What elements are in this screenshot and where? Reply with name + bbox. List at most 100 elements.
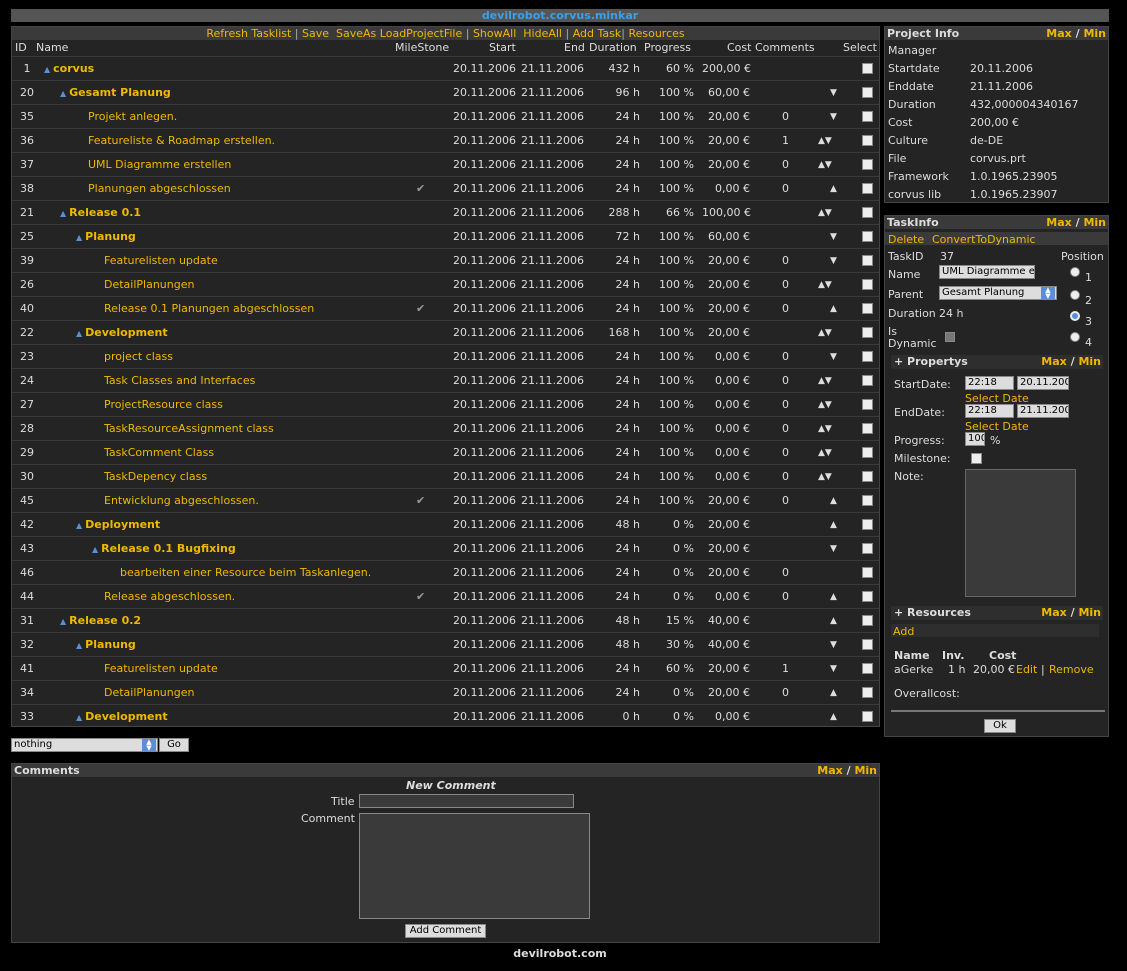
task-name-link[interactable]: corvus: [53, 62, 94, 75]
move-arrows-icon[interactable]: ▲: [830, 177, 837, 201]
task-info-min-link[interactable]: Min: [1083, 216, 1106, 229]
task-row[interactable]: 43 ▲ Release 0.1 Bugfixing 20.11.2006 21.11.…: [12, 536, 879, 561]
move-arrows-icon[interactable]: ▲▼: [818, 393, 832, 417]
collapse-triangle-icon[interactable]: ▲: [44, 65, 50, 74]
move-arrows-icon[interactable]: ▲▼: [818, 129, 832, 153]
task-row[interactable]: 36 Featureliste & Roadmap erstellen. 20.11…: [12, 128, 879, 153]
collapse-triangle-icon[interactable]: ▲: [76, 233, 82, 242]
select-checkbox[interactable]: [862, 159, 873, 170]
select-checkbox[interactable]: [862, 615, 873, 626]
note-textarea[interactable]: [965, 469, 1076, 597]
task-name-link[interactable]: Entwicklung abgeschlossen.: [104, 494, 259, 507]
select-checkbox[interactable]: [862, 519, 873, 530]
show-all-link[interactable]: ShowAll: [473, 27, 516, 40]
select-checkbox[interactable]: [862, 207, 873, 218]
add-task-link[interactable]: Add Task: [573, 27, 622, 40]
move-arrows-icon[interactable]: ▲: [830, 705, 837, 729]
move-arrows-icon[interactable]: ▲: [830, 585, 837, 609]
move-arrows-icon[interactable]: ▼: [830, 225, 837, 249]
task-info-max-link[interactable]: Max: [1046, 216, 1071, 229]
task-row[interactable]: 39 Featurelisten update 20.11.2006 21.11.20…: [12, 248, 879, 273]
task-name-link[interactable]: TaskDepency class: [104, 470, 207, 483]
task-row[interactable]: 34 DetailPlanungen 20.11.2006 21.11.2006 24 …: [12, 680, 879, 705]
task-name-link[interactable]: Projekt anlegen.: [88, 110, 177, 123]
move-arrows-icon[interactable]: ▲▼: [818, 417, 832, 441]
move-arrows-icon[interactable]: ▲: [830, 513, 837, 537]
collapse-triangle-icon[interactable]: ▲: [76, 521, 82, 530]
task-row[interactable]: 30 TaskDepency class 20.11.2006 21.11.2006 2…: [12, 464, 879, 489]
task-row[interactable]: 27 ProjectResource class 20.11.2006 21.11.2…: [12, 392, 879, 417]
delete-task-link[interactable]: Delete: [888, 233, 924, 246]
select-checkbox[interactable]: [862, 471, 873, 482]
move-arrows-icon[interactable]: ▼: [830, 537, 837, 561]
task-name-input[interactable]: UML Diagramme erste: [939, 265, 1035, 279]
collapse-triangle-icon[interactable]: ▲: [76, 329, 82, 338]
task-name-link[interactable]: Release 0.2: [69, 614, 141, 627]
task-row[interactable]: 35 Projekt anlegen. 20.11.2006 21.11.2006 24…: [12, 104, 879, 129]
task-row[interactable]: 45 Entwicklung abgeschlossen. ✔ 20.11.2006 2…: [12, 488, 879, 513]
task-name-link[interactable]: Planung: [85, 638, 136, 651]
select-checkbox[interactable]: [862, 711, 873, 722]
task-row[interactable]: 25 ▲ Planung 20.11.2006 21.11.2006 72 h 100 % 6…: [12, 224, 879, 249]
add-resource-link[interactable]: Add: [893, 625, 914, 638]
move-arrows-icon[interactable]: ▼: [830, 105, 837, 129]
move-arrows-icon[interactable]: ▲: [830, 681, 837, 705]
saveas-link[interactable]: SaveAs: [336, 27, 376, 40]
task-row[interactable]: 42 ▲ Deployment 20.11.2006 21.11.2006 48 h0 %…: [12, 512, 879, 537]
task-name-link[interactable]: Release 0.1 Planungen abgeschlossen: [104, 302, 314, 315]
position-radio-1[interactable]: [1070, 267, 1080, 277]
move-arrows-icon[interactable]: ▲▼: [818, 273, 832, 297]
select-checkbox[interactable]: [862, 639, 873, 650]
move-arrows-icon[interactable]: ▲: [830, 609, 837, 633]
task-name-link[interactable]: Development: [85, 710, 167, 723]
move-arrows-icon[interactable]: ▼: [830, 657, 837, 681]
move-arrows-icon[interactable]: ▼: [830, 249, 837, 273]
task-row[interactable]: 38 Planungen abgeschlossen ✔ 20.11.2006 21.1…: [12, 176, 879, 201]
move-arrows-icon[interactable]: ▼: [830, 81, 837, 105]
task-name-link[interactable]: project class: [104, 350, 173, 363]
refresh-tasklist-link[interactable]: Refresh Tasklist: [206, 27, 291, 40]
save-link[interactable]: Save: [302, 27, 329, 40]
move-arrows-icon[interactable]: ▲: [830, 489, 837, 513]
task-row[interactable]: 37 UML Diagramme erstellen 20.11.2006 21.11…: [12, 152, 879, 177]
collapse-triangle-icon[interactable]: ▲: [76, 641, 82, 650]
collapse-triangle-icon[interactable]: ▲: [60, 89, 66, 98]
task-name-link[interactable]: Featurelisten update: [104, 254, 218, 267]
task-row[interactable]: 21 ▲ Release 0.1 20.11.2006 21.11.2006 288 h 6…: [12, 200, 879, 225]
parent-select[interactable]: Gesamt Planung ▲ ▼: [939, 286, 1057, 300]
go-button[interactable]: Go: [159, 738, 189, 752]
task-name-link[interactable]: Planung: [85, 230, 136, 243]
end-date-input[interactable]: 21.11.2006: [1017, 404, 1069, 418]
project-info-min-link[interactable]: Min: [1083, 27, 1106, 40]
resources-link[interactable]: Resources: [628, 27, 684, 40]
select-checkbox[interactable]: [862, 351, 873, 362]
comments-min-link[interactable]: Min: [854, 764, 877, 777]
select-checkbox[interactable]: [862, 591, 873, 602]
task-name-link[interactable]: UML Diagramme erstellen: [88, 158, 231, 171]
ok-button[interactable]: Ok: [984, 719, 1016, 733]
task-row[interactable]: 1 ▲ corvus 20.11.2006 21.11.2006 432 h 60 % 200…: [12, 56, 879, 81]
task-name-link[interactable]: DetailPlanungen: [104, 686, 194, 699]
convert-dynamic-link[interactable]: ConvertToDynamic: [932, 233, 1036, 246]
progress-input[interactable]: 100: [965, 432, 985, 446]
select-checkbox[interactable]: [862, 495, 873, 506]
project-info-max-link[interactable]: Max: [1046, 27, 1071, 40]
res-edit-link[interactable]: Edit: [1016, 663, 1037, 676]
task-name-link[interactable]: Featureliste & Roadmap erstellen.: [88, 134, 275, 147]
select-checkbox[interactable]: [862, 399, 873, 410]
collapse-triangle-icon[interactable]: ▲: [60, 617, 66, 626]
task-row[interactable]: 40 Release 0.1 Planungen abgeschlossen ✔ 20…: [12, 296, 879, 321]
propertys-min-link[interactable]: Min: [1078, 355, 1101, 368]
collapse-triangle-icon[interactable]: ▲: [92, 545, 98, 554]
task-name-link[interactable]: Planungen abgeschlossen: [88, 182, 231, 195]
task-name-link[interactable]: Gesamt Planung: [69, 86, 171, 99]
task-row[interactable]: 26 DetailPlanungen 20.11.2006 21.11.2006 24 …: [12, 272, 879, 297]
position-radio-2[interactable]: [1070, 290, 1080, 300]
select-checkbox[interactable]: [862, 423, 873, 434]
select-checkbox[interactable]: [862, 231, 873, 242]
select-checkbox[interactable]: [862, 111, 873, 122]
res-remove-link[interactable]: Remove: [1049, 663, 1094, 676]
task-row[interactable]: 32 ▲ Planung 20.11.2006 21.11.2006 48 h 30 % 40…: [12, 632, 879, 657]
select-checkbox[interactable]: [862, 375, 873, 386]
select-checkbox[interactable]: [862, 63, 873, 74]
